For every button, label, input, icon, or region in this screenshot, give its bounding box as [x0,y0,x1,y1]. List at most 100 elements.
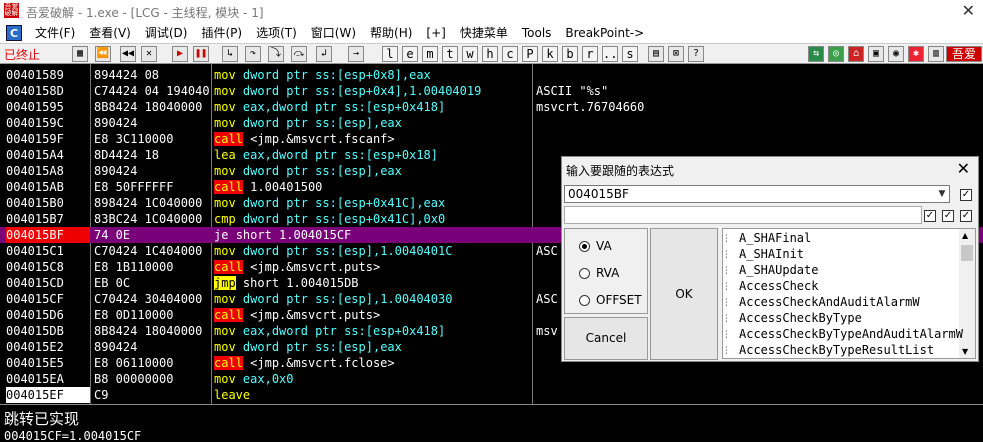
radio-offset-dot[interactable] [579,294,590,306]
plugin-b-icon[interactable]: ◎ [828,46,844,62]
list-item[interactable]: ⫶ AccessCheckAndAuditAlarmW [725,294,920,310]
menu-help[interactable]: 帮助(H) [363,24,419,41]
radio-va[interactable]: VA [579,239,612,253]
option-checkbox-3[interactable]: ✓ [960,210,972,222]
expression-secondary-field[interactable] [564,206,922,224]
menu-shortcuts[interactable]: 快捷菜单 [453,24,515,41]
menu-options[interactable]: 选项(T) [249,24,304,41]
row-hex: 894424 08 [94,68,160,82]
cancel-button[interactable]: Cancel [564,317,648,360]
menu-view[interactable]: 查看(V) [82,24,138,41]
toolbar-references-button[interactable]: r [582,46,598,62]
disasm-row[interactable]: 0040158D C74424 04 19404000 mov dword ptr … [0,83,983,99]
open-icon[interactable]: ▦ [72,46,88,62]
goto-icon[interactable]: → [348,46,364,62]
disasm-row[interactable]: 004015EA B8 00000000 mov eax,0x0 [0,371,983,387]
trace-into-icon[interactable]: ⤵ [268,46,284,62]
row-hex: B8 00000000 [94,372,174,386]
trace-over-icon[interactable]: ⤼ [291,46,307,62]
toolbar-threads-button[interactable]: t [442,46,458,62]
disasm-row[interactable]: 0040159C 890424 mov dword ptr ss:[esp],eax [0,115,983,131]
dialog-close-icon[interactable]: ✕ [957,159,970,178]
menu-debug[interactable]: 调试(D) [138,24,195,41]
symbol-list[interactable]: ▲ ▼ ⫶ A_SHAFinal ⫶ A_SHAInit ⫶ A_SHAUpdate ⫶ Ac… [722,228,976,359]
pause-icon[interactable]: ❚❚ [193,46,209,62]
row-mnemonic: call [214,356,243,370]
step-into-icon[interactable]: ↳ [222,46,238,62]
expression-checkbox[interactable]: ✓ [960,189,972,201]
ok-button[interactable]: OK [650,228,718,360]
toolbar-windows-button[interactable]: w [462,46,478,62]
toolbar-source-button[interactable]: s [622,46,638,62]
row-operands: <jmp.&msvcrt.puts> [250,308,381,322]
plugin-c-icon[interactable]: ⌂ [848,46,864,62]
row-operands: eax,0x0 [242,372,294,386]
toolbar-patches-button[interactable]: P [522,46,538,62]
disasm-row[interactable]: 0040159F E8 3C110000 call <jmp.&msvcrt.fsc… [0,131,983,147]
menu-bar: C 文件(F) 查看(V) 调试(D) 插件(P) 选项(T) 窗口(W) 帮助… [0,22,983,43]
row-hex: 890424 [94,340,138,354]
symbol-name: AccessCheckByTypeResultList [739,343,935,357]
row-mnemonic: mov [214,164,236,178]
scroll-down-icon[interactable]: ▼ [962,347,968,356]
plugin-e-icon[interactable]: ◉ [888,46,904,62]
plugin-f-icon[interactable]: ✱ [908,46,924,62]
options-icon[interactable]: ▤ [648,46,664,62]
row-address: 004015CD [6,276,64,290]
toolbar-log-button[interactable]: l [382,46,398,62]
list-item[interactable]: ⫶ AccessCheckByType [725,310,862,326]
toolbar-memory-button[interactable]: m [422,46,438,62]
list-item[interactable]: ⫶ AccessCheckByTypeAndAuditAlarmW [725,326,963,342]
list-item[interactable]: ⫶ A_SHAFinal [725,230,811,246]
appearance-icon[interactable]: ⊠ [668,46,684,62]
menu-plugins[interactable]: 插件(P) [194,24,249,41]
help-icon[interactable]: ? [688,46,704,62]
menu-window[interactable]: 窗口(W) [304,24,363,41]
system-menu-icon[interactable]: C [6,24,22,41]
option-checkbox-1[interactable]: ✓ [924,210,936,222]
radio-va-dot[interactable] [579,240,590,252]
list-item[interactable]: ⫶ AccessCheckByTypeResultList [725,342,934,358]
plugin-d-icon[interactable]: ▣ [868,46,884,62]
run-icon[interactable]: ▶ [172,46,188,62]
menu-plus[interactable]: [+] [419,26,452,40]
disasm-row[interactable]: 00401589 894424 08 mov dword ptr ss:[esp+0… [0,67,983,83]
disasm-row[interactable]: 00401595 8B8424 18040000 mov eax,dword ptr… [0,99,983,115]
row-address: 004015D6 [6,308,64,322]
list-item[interactable]: ⫶ A_SHAUpdate [725,262,818,278]
wuai-logo-button[interactable]: 吾爱 [946,46,982,62]
restart-icon[interactable]: ◀◀ [120,46,136,62]
step-over-icon[interactable]: ↷ [245,46,261,62]
close-process-icon[interactable]: ✕ [141,46,157,62]
scroll-thumb[interactable] [961,245,973,261]
menu-breakpoint[interactable]: BreakPoint-> [558,26,651,40]
toolbar-cpu-button[interactable]: c [502,46,518,62]
disasm-row[interactable]: 004015EF C9 leave [0,387,983,403]
execute-till-return-icon[interactable]: ↲ [316,46,332,62]
menu-tools[interactable]: Tools [515,26,559,40]
radio-offset[interactable]: OFFSET [579,293,642,307]
scroll-up-icon[interactable]: ▲ [962,231,968,240]
plugin-g-icon[interactable]: ▥ [928,46,944,62]
plugin-a-icon[interactable]: ⇆ [808,46,824,62]
option-checkbox-2[interactable]: ✓ [942,210,954,222]
toolbar-callstack-button[interactable]: k [542,46,558,62]
toolbar-modules-button[interactable]: e [402,46,418,62]
row-mnemonic: je [214,228,229,242]
toolbar-handles-button[interactable]: h [482,46,498,62]
menu-file[interactable]: 文件(F) [28,24,82,41]
radio-rva-dot[interactable] [579,267,590,279]
row-address: 004015DB [6,324,64,338]
status-message: 跳转已实现 [4,410,80,428]
list-item[interactable]: ⫶ A_SHAInit [725,246,804,262]
radio-rva[interactable]: RVA [579,266,619,280]
toolbar-breakpoints-button[interactable]: b [562,46,578,62]
window-close-icon[interactable]: ✕ [962,1,975,20]
toolbar: 已终止 ▦ ⏪ ◀◀ ✕ ▶ ❚❚ ↳ ↷ ⤵ ⤼ ↲ → l e m t w … [0,43,983,64]
list-item[interactable]: ⫶ AccessCheck [725,278,818,294]
expression-dropdown-icon[interactable]: ▼ [934,186,950,202]
toolbar-runtrace-button[interactable]: ... [602,46,618,62]
row-mnemonic: call [214,308,243,322]
expression-input[interactable]: 004015BF [564,185,950,203]
rewind-icon[interactable]: ⏪ [95,46,111,62]
